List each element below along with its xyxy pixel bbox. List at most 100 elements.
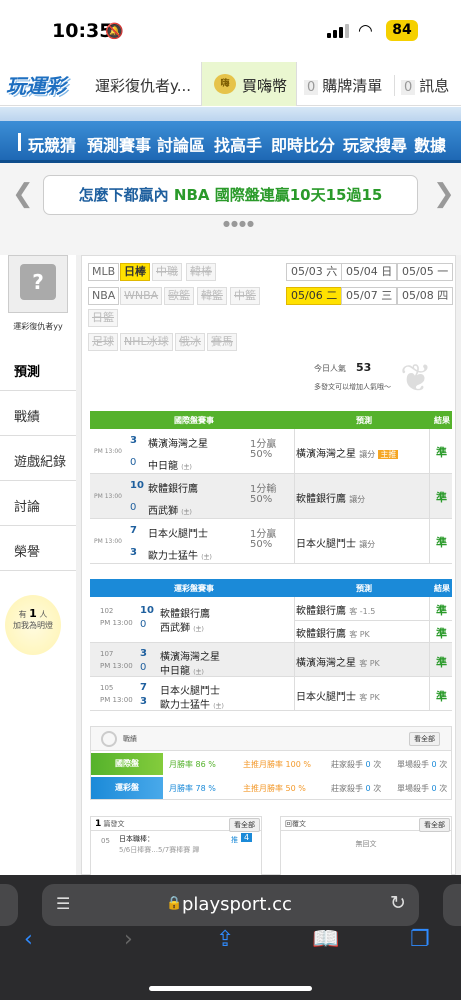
sport-npb[interactable]: 日棒 [120,263,150,281]
home-team[interactable]: 西武獅 (主) [160,619,204,634]
away-team[interactable]: 軟體銀行鷹 [160,605,210,620]
main-content: MLB 日棒 中職 韓棒 NBA WNBA 歐籃 韓籃 中籃 日籃 足球 NHL… [76,255,461,876]
reader-mode-icon[interactable]: ☰ [56,894,70,913]
bulb-count: 1 [29,607,37,620]
bookmarks-icon[interactable]: 📖 [312,927,339,952]
record-view-all-button[interactable]: 看全部 [409,732,440,746]
replies-view-all-button[interactable]: 看全部 [419,818,450,832]
lightbulb-follow-badge[interactable]: 有 1 人 加我為明燈 [5,595,61,655]
banner-prev-icon[interactable]: ❮ [12,179,34,209]
game-time: PM 13:00 [100,662,133,670]
table-row: PM 13:00 7 日本火腿鬥士 3 歐力士猛牛 (主) 1分贏 50% 日本… [90,519,452,564]
date-0508[interactable]: 05/08 四 [397,287,454,305]
result: 準 [436,604,447,617]
away-team[interactable]: 軟體銀行鷹 [148,480,198,495]
date-0503[interactable]: 05/03 六 [286,263,343,281]
game-id: 107 [100,650,114,658]
messages-link[interactable]: 0 訊息 [394,75,449,96]
sidebar-item-discuss[interactable]: 討論 [0,482,76,526]
away-team[interactable]: 日本火腿鬥士 [148,525,208,540]
share-icon[interactable]: ⇪ [216,927,234,952]
date-0506[interactable]: 05/06 二 [286,287,343,305]
home-team[interactable]: 中日龍 (主) [160,662,204,677]
back-icon[interactable]: ‹ [24,927,33,952]
address-bar[interactable]: ☰ 🔒 playsport.cc ↻ [42,884,419,926]
sidebar-item-record[interactable]: 戰績 [0,392,76,436]
home-team[interactable]: 中日龍 (主) [148,457,192,472]
sport-khl: 俄冰 [175,333,205,351]
home-team[interactable]: 西武獅 (主) [148,502,192,517]
date-0504[interactable]: 05/04 日 [341,263,398,281]
nav-item-experts[interactable]: 找高手 [214,132,262,156]
browser-toolbar: ☰ 🔒 playsport.cc ↻ ‹ › ⇪ 📖 ❐ [0,875,461,1000]
game-id: 102 [100,607,114,615]
banner-dots: ●●●● [223,219,255,228]
home-team[interactable]: 歐力士猛牛 (主) [148,547,212,562]
prediction: 軟體銀行鷹 讓分 [296,494,366,505]
home-team[interactable]: 歐力士猛牛 (主) [160,696,224,711]
avatar[interactable]: ? [8,255,68,313]
home-score: 3 [140,696,147,707]
sl-res-header: 結果 [434,584,450,593]
game-time: PM 13:00 [94,493,122,500]
nav-marker [18,133,21,151]
game-time: PM 13:00 [100,619,133,627]
away-team[interactable]: 橫濱海灣之星 [148,435,208,450]
date-0505[interactable]: 05/05 一 [397,263,454,281]
post-item[interactable]: 05 日本職棒： 5/6日棒賽...5/7賽棒賽 蹕 推 4 [91,831,261,861]
reload-icon[interactable]: ↻ [390,892,406,914]
posts-view-all-button[interactable]: 看全部 [229,818,260,832]
target-icon [101,731,117,747]
sport-jbl: 日籃 [88,309,118,327]
cart-link[interactable]: 0 購牌清單 [304,75,382,96]
table-row: 105 PM 13:00 7 日本火腿鬥士 3 歐力士猛牛 (主) 日本火腿鬥士… [90,677,452,711]
sport-wnba: WNBA [120,287,163,305]
nav-item-live-score[interactable]: 即時比分 [271,132,335,156]
butterfly-decoration-icon: ❦ [400,356,432,400]
nav-item-predict[interactable]: 預測賽事 [87,132,151,156]
table-row: PM 13:00 3 橫濱海灣之星 0 中日龍 (主) 1分贏 50% 橫濱海灣… [90,429,452,474]
sport-euro-basket: 歐籃 [164,287,194,305]
sport-mlb[interactable]: MLB [88,263,120,281]
replies-header: 回覆文 看全部 [281,817,451,832]
site-logo[interactable]: 玩運彩 [6,70,78,98]
popularity-label: 今日人氣 [314,364,346,373]
prev-tab-pill[interactable] [0,884,18,926]
odds-line: 1分贏 [250,439,277,450]
away-team[interactable]: 日本火腿鬥士 [160,682,220,697]
away-team[interactable]: 橫濱海灣之星 [160,648,220,663]
sl-pred-header: 預測 [356,584,372,593]
nav-item-player-search[interactable]: 玩家搜尋 [343,132,407,156]
buy-coin-tab[interactable]: 嗨 買嗨幣 [201,62,297,106]
next-tab-pill[interactable] [443,884,461,926]
odds-pct: 50% [250,494,273,505]
header-band [0,107,461,121]
away-score: 3 [130,435,137,446]
record-tag: 國際盤 [91,753,163,775]
result: 準 [436,627,447,640]
date-0507[interactable]: 05/07 三 [341,287,398,305]
sl-header-label: 運彩盤賽事 [174,584,214,593]
msg-count: 0 [401,80,416,95]
nav-item-guess[interactable]: 玩競猜 [28,132,76,156]
posts-header: 1 篇發文 看全部 [91,817,261,832]
promo-banner[interactable]: 怎麼下都贏內 NBA 國際盤連贏10天15過15 [43,175,418,215]
user-tab[interactable]: 運彩復仇者y... [95,75,191,96]
cart-label: 購牌清單 [322,77,383,95]
intl-table: 國際盤賽事 預測 結果 PM 13:00 3 橫濱海灣之星 0 中日龍 (主) … [90,411,452,564]
sidebar-item-honor[interactable]: 榮譽 [0,527,76,571]
nav-item-forum[interactable]: 討論區 [157,132,205,156]
home-indicator [149,986,312,991]
prediction: 日本火腿鬥士 客 PK [296,692,380,703]
sport-nba[interactable]: NBA [88,287,120,305]
lock-icon: 🔒 [166,896,183,911]
replies-box: 回覆文 看全部 無回文 [280,816,452,876]
nav-item-data[interactable]: 數據 [414,132,446,156]
sport-kbo: 韓棒 [186,263,216,281]
sidebar-item-predict[interactable]: 預測 [0,347,76,391]
tabs-icon[interactable]: ❐ [410,927,430,952]
banner-next-icon[interactable]: ❯ [433,179,455,209]
sidebar-item-game-log[interactable]: 遊戲紀錄 [0,437,76,481]
prediction-panel: MLB 日棒 中職 韓棒 NBA WNBA 歐籃 韓籃 中籃 日籃 足球 NHL… [81,255,456,876]
status-bar: 10:35 🔕 ◠ 84 [0,0,461,62]
